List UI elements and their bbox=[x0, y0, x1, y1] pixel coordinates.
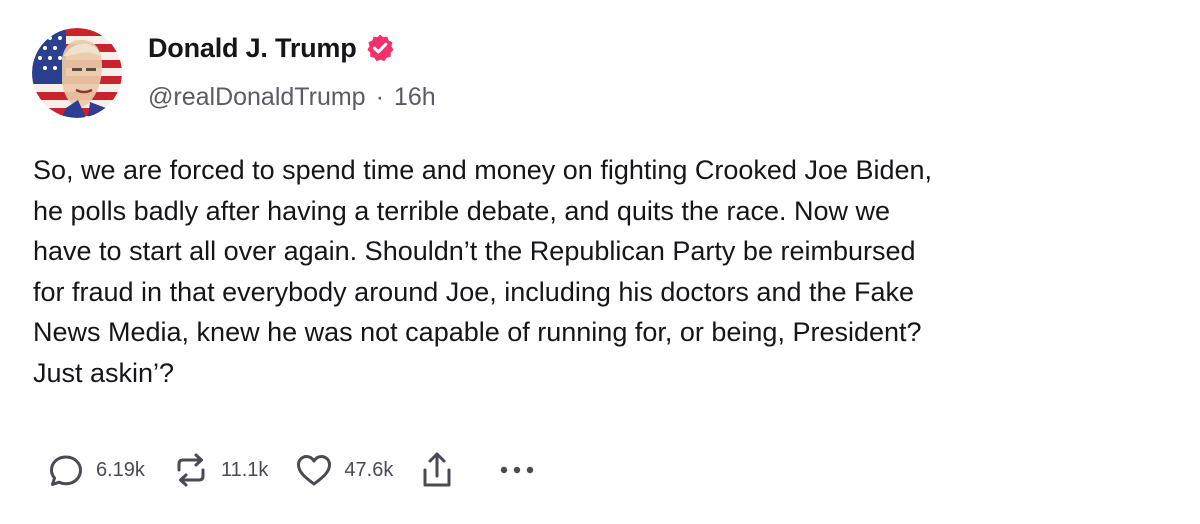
meta-separator: · bbox=[375, 82, 384, 111]
verified-badge-icon bbox=[365, 33, 395, 63]
repost-button[interactable]: 11.1k bbox=[169, 448, 268, 492]
author-name-row: Donald J. Trump bbox=[148, 30, 395, 66]
like-button[interactable]: 47.6k bbox=[292, 448, 393, 492]
author-display-name[interactable]: Donald J. Trump bbox=[148, 33, 357, 64]
share-button[interactable] bbox=[417, 448, 457, 492]
speech-bubble-icon bbox=[44, 448, 88, 492]
avatar-image bbox=[32, 28, 122, 118]
post-action-bar: 6.19k 11.1k 47.6k bbox=[44, 446, 561, 494]
more-options-button[interactable] bbox=[497, 460, 537, 480]
reply-count: 6.19k bbox=[96, 458, 145, 481]
author-avatar[interactable] bbox=[32, 28, 122, 118]
heart-icon bbox=[292, 448, 336, 492]
like-count: 47.6k bbox=[344, 458, 394, 481]
repost-count: 11.1k bbox=[220, 458, 269, 481]
repost-arrows-icon bbox=[169, 448, 213, 492]
post-timestamp[interactable]: 16h bbox=[394, 83, 436, 112]
post-card: Donald J. Trump @realDonaldTrump · 16h S… bbox=[0, 0, 1200, 524]
more-dots-icon bbox=[497, 460, 537, 480]
reply-button[interactable]: 6.19k bbox=[44, 448, 145, 492]
author-meta-row: @realDonaldTrump · 16h bbox=[148, 80, 436, 114]
post-body-text: So, we are forced to spend time and mone… bbox=[33, 155, 933, 388]
share-upload-icon bbox=[417, 448, 457, 492]
author-handle[interactable]: @realDonaldTrump bbox=[148, 83, 366, 112]
